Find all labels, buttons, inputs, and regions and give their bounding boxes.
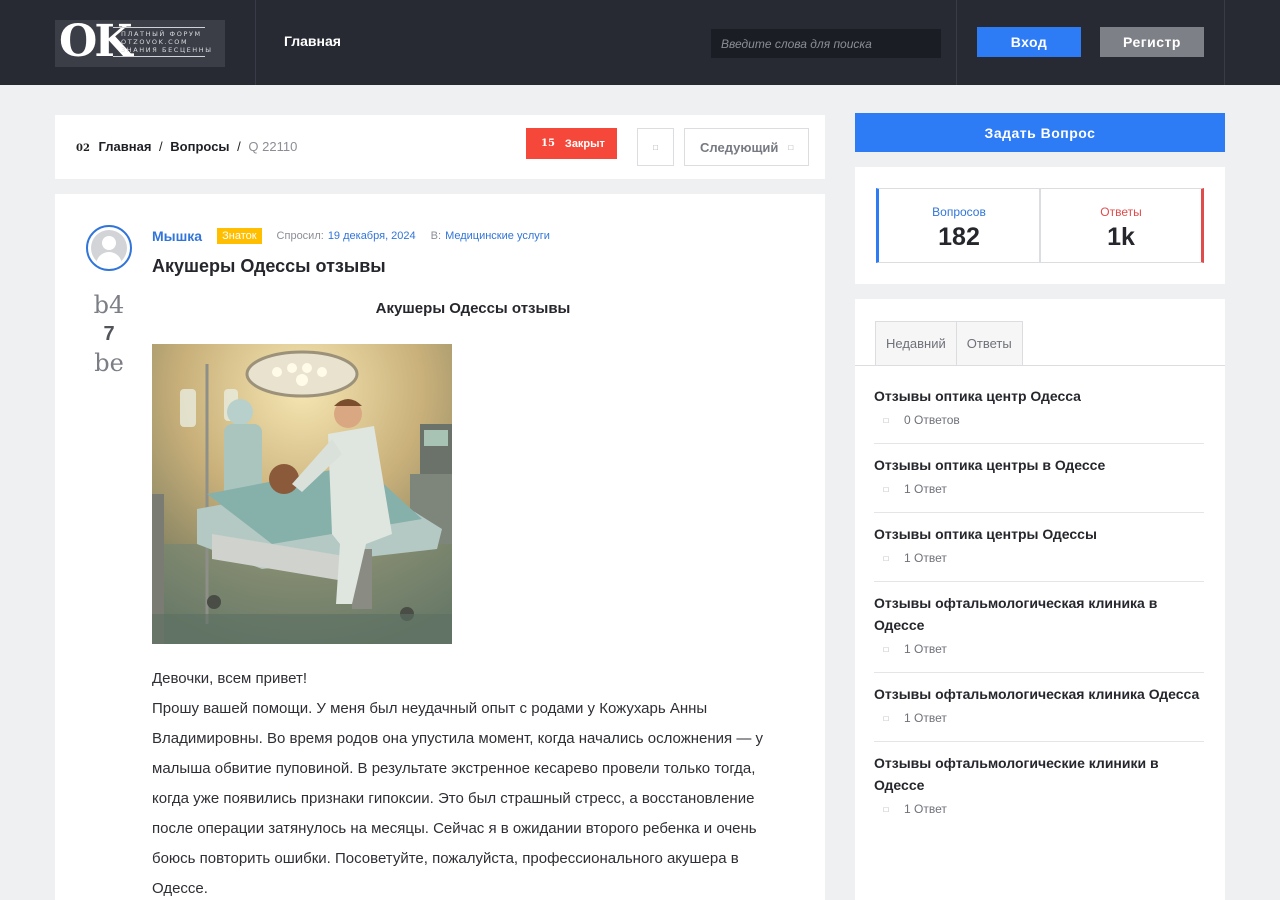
breadcrumb-separator: /: [159, 139, 163, 154]
list-item: Отзывы офтальмологические клиники в Одес…: [874, 742, 1204, 832]
avatar-head: [102, 236, 116, 250]
lock-icon: 15: [541, 138, 555, 149]
answers-stat-label: Ответы: [1100, 205, 1142, 219]
comment-icon: □: [883, 804, 889, 814]
list-item-title[interactable]: Отзывы оптика центры Одессы: [874, 523, 1204, 545]
breadcrumb: 02 Главная / Вопросы / Q 22110: [76, 139, 297, 154]
list-item-title[interactable]: Отзывы оптика центр Одесса: [874, 385, 1204, 407]
question-greeting: Девочки, всем привет!: [152, 670, 308, 687]
breadcrumb-home[interactable]: Главная: [99, 139, 152, 154]
tab-divider: [855, 365, 1225, 366]
list-item: Отзывы оптика центры Одессы □ 1 Ответ: [874, 513, 1204, 582]
list-item: Отзывы оптика центры в Одессе □ 1 Ответ: [874, 444, 1204, 513]
questions-stat: Вопросов 182: [876, 188, 1040, 263]
tab-recent[interactable]: Недавний: [875, 321, 957, 366]
avatar-placeholder: [91, 230, 127, 266]
top-header: OK ПЛАТНЫЙ ФОРУМ OTZOVOK.COM ЗНАНИЯ БЕСЦ…: [0, 0, 1280, 85]
logo-line-3: ЗНАНИЯ БЕСЦЕННЫ: [121, 46, 213, 54]
category-label: В:: [430, 230, 442, 242]
list-item: Отзывы офтальмологическая клиника в Одес…: [874, 582, 1204, 673]
questions-stat-value: 182: [938, 223, 980, 251]
asked-label: Спросил:: [276, 230, 324, 242]
logo-rule: [113, 56, 205, 57]
recent-questions-widget: Недавний Ответы Отзывы оптика центр Одес…: [855, 299, 1225, 900]
next-label: Следующий: [700, 139, 779, 155]
question-card: b4 7 be Мышка Знаток Спросил: 19 декабря…: [55, 194, 825, 900]
list-item-count: 1 Ответ: [904, 802, 947, 816]
breadcrumb-separator: /: [237, 139, 241, 154]
vote-box: b4 7 be: [85, 290, 133, 378]
header-divider: [956, 0, 957, 85]
closed-status-badge: 15 Закрыт: [526, 128, 617, 159]
question-meta: Мышка Знаток Спросил: 19 декабря, 2024 В…: [152, 228, 565, 244]
ask-question-button[interactable]: Задать Вопрос: [855, 113, 1225, 152]
question-date-link[interactable]: 19 декабря, 2024: [328, 230, 416, 242]
stats-card: Вопросов 182 Ответы 1k: [855, 167, 1225, 284]
vote-up-icon[interactable]: b4: [85, 290, 133, 320]
list-item-count: 1 Ответ: [904, 711, 947, 725]
logo-line-1: ПЛАТНЫЙ ФОРУМ: [121, 30, 202, 38]
closed-label: Закрыт: [564, 137, 605, 150]
list-item-title[interactable]: Отзывы оптика центры в Одессе: [874, 454, 1204, 476]
question-title: Акушеры Одессы отзывы: [152, 256, 386, 276]
vote-count: 7: [103, 323, 115, 345]
avatar[interactable]: [86, 225, 132, 271]
search-input[interactable]: [711, 29, 941, 58]
comment-icon: □: [883, 644, 889, 654]
vote-down-icon[interactable]: be: [85, 348, 133, 378]
breadcrumb-questions[interactable]: Вопросы: [170, 139, 229, 154]
list-item-count: 1 Ответ: [904, 642, 947, 656]
logo-line-2: OTZOVOK.COM: [121, 38, 189, 46]
comment-icon: □: [883, 553, 889, 563]
nav-home-link[interactable]: Главная: [284, 33, 341, 49]
previous-question-button[interactable]: □: [637, 128, 674, 166]
list-item-title[interactable]: Отзывы офтальмологическая клиника Одесса: [874, 683, 1204, 705]
home-icon: 02: [76, 143, 90, 154]
tab-answers[interactable]: Ответы: [956, 321, 1023, 366]
chevron-left-icon: □: [653, 142, 658, 152]
recent-questions-list: Отзывы оптика центр Одесса □ 0 Ответов От…: [874, 375, 1204, 832]
chevron-right-icon: □: [788, 142, 794, 152]
header-divider: [1224, 0, 1225, 85]
site-logo[interactable]: OK ПЛАТНЫЙ ФОРУМ OTZOVOK.COM ЗНАНИЯ БЕСЦ…: [55, 20, 225, 67]
list-item-title[interactable]: Отзывы офтальмологическая клиника в Одес…: [874, 592, 1204, 636]
rank-badge: Знаток: [217, 228, 262, 244]
question-image: [152, 344, 452, 644]
register-button[interactable]: Регистр: [1100, 27, 1204, 57]
breadcrumb-bar: 02 Главная / Вопросы / Q 22110 15 Закрыт…: [55, 115, 825, 179]
avatar-body: [96, 252, 122, 266]
question-text: Прошу вашей помощи. У меня был неудачный…: [152, 700, 763, 897]
next-question-button[interactable]: Следующий □: [684, 128, 809, 166]
list-item-count: 0 Ответов: [904, 413, 960, 427]
list-item: Отзывы оптика центр Одесса □ 0 Ответов: [874, 375, 1204, 444]
breadcrumb-current: Q 22110: [248, 139, 298, 154]
comment-icon: □: [883, 713, 889, 723]
list-item-count: 1 Ответ: [904, 551, 947, 565]
answers-stat: Ответы 1k: [1040, 188, 1204, 263]
question-subheading: Акушеры Одессы отзывы: [375, 300, 571, 317]
comment-icon: □: [883, 484, 889, 494]
login-button[interactable]: Вход: [977, 27, 1081, 57]
list-item: Отзывы офтальмологическая клиника Одесса…: [874, 673, 1204, 742]
list-item-title[interactable]: Отзывы офтальмологические клиники в Одес…: [874, 752, 1204, 796]
comment-icon: □: [883, 415, 889, 425]
author-link[interactable]: Мышка: [152, 228, 202, 244]
list-item-count: 1 Ответ: [904, 482, 947, 496]
widget-tabs: Недавний Ответы: [875, 321, 1023, 366]
questions-stat-label: Вопросов: [932, 205, 986, 219]
answers-stat-value: 1k: [1107, 223, 1135, 251]
category-link[interactable]: Медицинские услуги: [445, 230, 550, 242]
question-body: Девочки, всем привет! Прошу вашей помощи…: [152, 664, 792, 900]
header-divider: [255, 0, 256, 85]
logo-rule: [113, 27, 205, 28]
